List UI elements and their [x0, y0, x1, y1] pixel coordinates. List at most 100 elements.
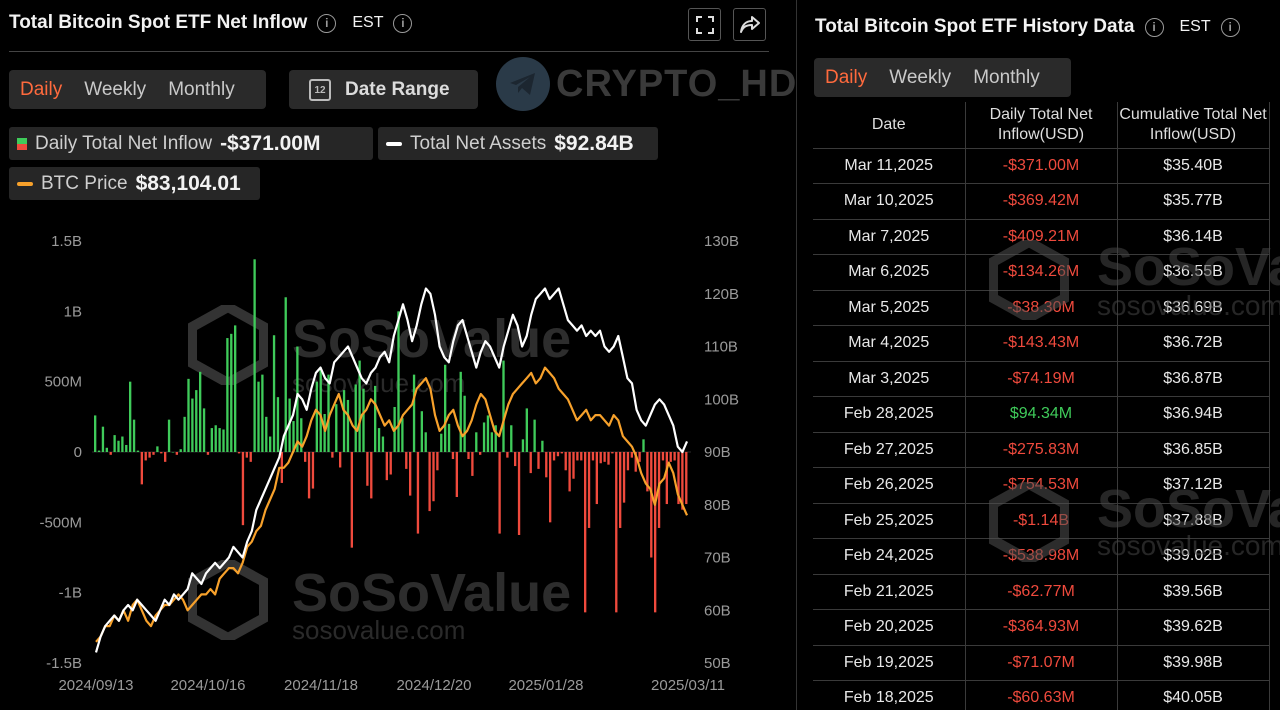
inflow-bar — [323, 414, 326, 452]
history-header: Total Bitcoin Spot ETF History Data i ES… — [815, 16, 1240, 38]
x-axis-tick: 2024/09/13 — [58, 677, 133, 694]
table-row[interactable]: Mar 4,2025 -$143.43M $36.72B — [813, 325, 1270, 362]
table-row[interactable]: Feb 19,2025 -$71.07M $39.98B — [813, 645, 1270, 681]
fullscreen-button[interactable] — [688, 8, 721, 41]
inflow-bar — [556, 452, 560, 457]
table-row[interactable]: Feb 27,2025 -$275.83M $36.85B — [813, 432, 1270, 468]
table-row[interactable]: Feb 18,2025 -$60.63M $40.05B — [813, 680, 1270, 710]
panel-header: Total Bitcoin Spot ETF Net Inflow i EST … — [9, 12, 413, 34]
row-daily-inflow: -$71.07M — [965, 645, 1118, 681]
tab-weekly[interactable]: Weekly — [878, 67, 962, 89]
tab-daily[interactable]: Daily — [814, 67, 878, 89]
inflow-bar — [626, 452, 630, 471]
inflow-bar — [549, 452, 552, 523]
inflow-bar — [342, 390, 346, 452]
row-date: Mar 11,2025 — [813, 148, 966, 184]
table-row[interactable]: Feb 28,2025 $94.34M $36.94B — [813, 396, 1270, 433]
date-range-button[interactable]: 12 Date Range — [289, 70, 478, 109]
row-date: Feb 28,2025 — [813, 396, 966, 433]
right-axis-tick: 80B — [704, 497, 731, 514]
watermark-brand: SoSoValue — [1097, 237, 1280, 297]
watermark-url: sosovalue.com — [1097, 290, 1280, 321]
inflow-bar — [97, 450, 101, 452]
inflow-bar — [397, 311, 400, 452]
table-row[interactable]: Mar 3,2025 -$74.19M $36.87B — [813, 361, 1270, 397]
legend-btc-price[interactable]: BTC Price $83,104.01 — [9, 167, 260, 200]
row-daily-inflow: -$74.19M — [965, 361, 1118, 397]
inflow-bar — [195, 390, 198, 452]
right-axis-tick: 110B — [704, 339, 738, 356]
column-header-cumulative[interactable]: Cumulative Total Net Inflow(USD) — [1117, 102, 1270, 149]
timezone-info-icon[interactable]: i — [1220, 17, 1240, 37]
inflow-bar — [272, 335, 276, 452]
legend-net-inflow[interactable]: Daily Total Net Inflow -$371.00M — [9, 127, 373, 160]
inflow-bar — [467, 452, 470, 460]
row-cumulative: $36.85B — [1117, 432, 1270, 468]
inflow-bar — [362, 388, 365, 452]
row-date: Mar 5,2025 — [813, 290, 966, 326]
tab-monthly[interactable]: Monthly — [962, 67, 1051, 89]
inflow-bar — [432, 452, 435, 502]
tab-weekly[interactable]: Weekly — [73, 79, 157, 101]
inflow-bar — [339, 452, 342, 468]
inflow-bar — [521, 439, 525, 452]
inflow-bar — [475, 432, 478, 452]
row-daily-inflow: -$62.77M — [965, 574, 1118, 610]
btc-price-line — [95, 366, 689, 643]
inflow-bar — [451, 452, 455, 460]
inflow-bar — [206, 452, 210, 455]
column-header-date[interactable]: Date — [813, 102, 966, 149]
net-inflow-panel: Total Bitcoin Spot ETF Net Inflow i EST … — [0, 0, 796, 710]
tab-monthly[interactable]: Monthly — [157, 79, 246, 101]
inflow-bar — [529, 452, 532, 474]
sosovalue-watermark-2 — [988, 478, 1070, 567]
inflow-bar — [525, 408, 528, 452]
table-row[interactable]: Mar 11,2025 -$371.00M $35.40B — [813, 148, 1270, 184]
table-row[interactable]: Feb 20,2025 -$364.93M $39.62B — [813, 609, 1270, 646]
row-date: Feb 24,2025 — [813, 538, 966, 575]
inflow-bar — [455, 452, 458, 498]
inflow-bar — [249, 452, 252, 462]
net-inflow-chart[interactable]: 1.5B 1B 500M 0 -500M -1B -1.5B 130B 120B 110B 100B… — [0, 220, 790, 710]
inflow-bar — [611, 452, 614, 454]
inflow-bar — [210, 428, 213, 452]
legend-net-assets[interactable]: Total Net Assets $92.84B — [378, 127, 658, 160]
inflow-bar — [237, 452, 241, 454]
inflow-bar — [416, 452, 420, 534]
row-daily-inflow: -$143.43M — [965, 325, 1118, 362]
inflow-bar — [307, 452, 311, 499]
inflow-bar — [564, 452, 567, 471]
inflow-bar — [377, 428, 381, 452]
inflow-bar — [304, 452, 307, 462]
row-cumulative: $39.62B — [1117, 609, 1270, 646]
inflow-bar — [479, 452, 482, 455]
row-date: Feb 19,2025 — [813, 645, 966, 681]
left-axis-tick: 0 — [74, 444, 82, 461]
left-axis-tick: 1.5B — [51, 233, 82, 250]
panel-title: Total Bitcoin Spot ETF Net Inflow — [9, 12, 308, 33]
info-icon[interactable]: i — [317, 13, 337, 33]
history-data-panel: Total Bitcoin Spot ETF History Data i ES… — [797, 0, 1280, 710]
row-date: Feb 18,2025 — [813, 680, 966, 710]
inflow-bar — [533, 419, 536, 452]
inflow-bar — [269, 436, 272, 452]
right-axis-tick: 50B — [704, 655, 731, 672]
inflow-bar — [669, 452, 672, 462]
inflow-bar — [276, 397, 280, 452]
share-button[interactable] — [733, 8, 766, 41]
column-header-daily-inflow[interactable]: Daily Total Net Inflow(USD) — [965, 102, 1118, 149]
tab-daily[interactable]: Daily — [9, 79, 73, 101]
inflow-bar — [409, 452, 412, 496]
table-row[interactable]: Feb 21,2025 -$62.77M $39.56B — [813, 574, 1270, 610]
row-cumulative: $40.05B — [1117, 680, 1270, 710]
inflow-bar — [101, 426, 105, 452]
inflow-bar — [385, 452, 388, 481]
left-axis-tick: -1.5B — [46, 655, 82, 672]
info-icon[interactable]: i — [1144, 17, 1164, 37]
row-cumulative: $39.98B — [1117, 645, 1270, 681]
row-date: Feb 27,2025 — [813, 432, 966, 468]
legend-btc-price-label: BTC Price — [41, 172, 128, 194]
inflow-bar — [218, 428, 221, 452]
table-row[interactable]: Mar 10,2025 -$369.42M $35.77B — [813, 183, 1270, 220]
timezone-info-icon[interactable]: i — [393, 13, 413, 33]
